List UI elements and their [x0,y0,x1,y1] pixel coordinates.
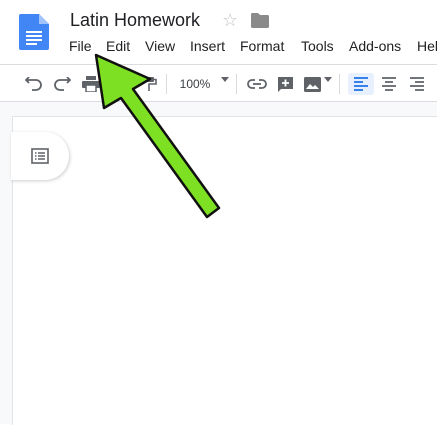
toolbar-divider [339,74,340,94]
menu-file[interactable]: File [69,38,92,54]
align-center-icon [382,77,396,91]
align-center-button[interactable] [377,73,401,95]
align-right-button[interactable] [405,73,429,95]
print-button[interactable] [80,73,102,95]
align-left-icon [354,77,368,91]
insert-comment-icon [277,76,293,92]
spellcheck-icon [112,76,122,91]
insert-comment-button[interactable] [274,73,296,95]
star-icon[interactable]: ☆ [222,10,238,31]
insert-link-button[interactable] [245,73,269,95]
document-outline-button[interactable] [11,132,69,180]
docs-logo-icon[interactable] [19,14,49,50]
print-icon [82,76,100,92]
folder-icon[interactable] [251,13,269,28]
menu-help[interactable]: Help [417,38,437,54]
undo-button[interactable] [22,73,46,95]
toolbar-divider [166,74,167,94]
spellcheck-button[interactable] [108,73,130,95]
image-chevron-down-icon[interactable] [324,77,332,82]
document-outline-icon [31,148,49,164]
align-left-button[interactable] [348,73,374,95]
menu-format[interactable]: Format [240,38,284,54]
document-page[interactable] [12,116,437,425]
insert-link-icon [247,79,267,89]
menu-tools[interactable]: Tools [301,38,334,54]
redo-button[interactable] [50,73,74,95]
paint-format-button[interactable] [138,73,160,95]
insert-image-button[interactable] [301,73,323,95]
insert-image-icon [303,76,321,92]
redo-icon [54,77,71,91]
toolbar-divider [236,74,237,94]
align-right-icon [410,77,424,91]
paint-format-icon [142,77,157,91]
menu-insert[interactable]: Insert [190,38,225,54]
zoom-value: 100% [179,77,211,91]
app-header: Latin Homework ☆ File Edit View Insert F… [0,0,437,64]
toolbar: 100% [0,64,437,102]
menu-view[interactable]: View [145,38,175,54]
menu-edit[interactable]: Edit [106,38,130,54]
zoom-select[interactable]: 100% [172,73,218,95]
menu-add-ons[interactable]: Add-ons [349,38,401,54]
zoom-chevron-down-icon[interactable] [221,77,229,82]
undo-icon [25,77,42,91]
document-title[interactable]: Latin Homework [70,10,200,31]
